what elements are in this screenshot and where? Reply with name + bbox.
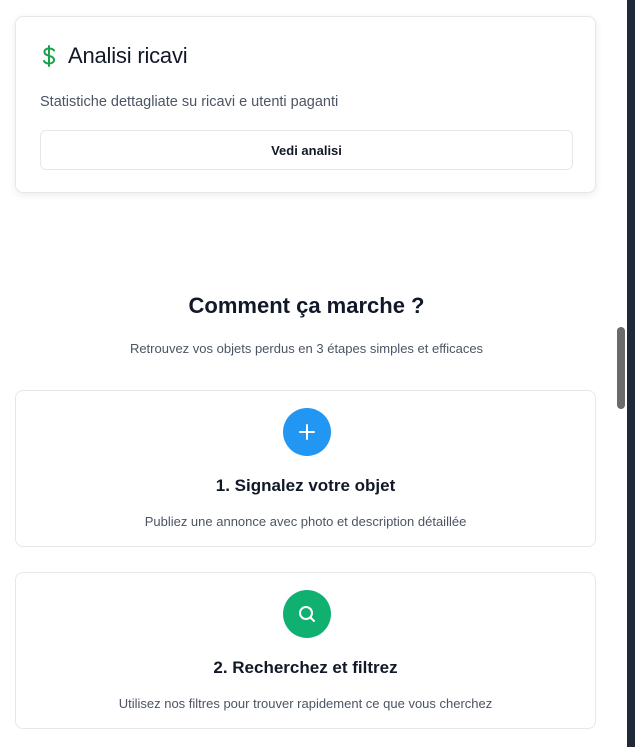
- revenue-card-title: Analisi ricavi: [68, 43, 188, 68]
- step-title: 1. Signalez votre objet: [215, 476, 396, 495]
- step-title: 2. Recherchez et filtrez: [213, 658, 398, 677]
- revenue-card-description: Statistiche dettagliate su ricavi e uten…: [40, 94, 339, 110]
- step-card-report: 1. Signalez votre objet Publiez une anno…: [15, 390, 596, 547]
- step-description: Publiez une annonce avec photo et descri…: [144, 514, 467, 529]
- step-card-search: 2. Recherchez et filtrez Utilisez nos fi…: [15, 572, 596, 729]
- page: Analisi ricavi Statistiche dettagliate s…: [0, 0, 635, 747]
- window-edge: [627, 0, 635, 747]
- view-analysis-button[interactable]: Vedi analisi: [40, 130, 573, 170]
- how-it-works-title: Comment ça marche ?: [188, 293, 425, 318]
- plus-icon: [283, 408, 331, 456]
- how-it-works-subtitle: Retrouvez vos objets perdus en 3 étapes …: [129, 341, 484, 356]
- main-content: Analisi ricavi Statistiche dettagliate s…: [0, 0, 613, 747]
- search-icon: [283, 590, 331, 638]
- revenue-analysis-card: Analisi ricavi Statistiche dettagliate s…: [15, 16, 596, 193]
- dollar-icon: [40, 44, 58, 68]
- revenue-card-header: Analisi ricavi: [40, 43, 188, 69]
- step-description: Utilisez nos filtres pour trouver rapide…: [118, 696, 493, 711]
- scrollbar-thumb[interactable]: [617, 327, 625, 409]
